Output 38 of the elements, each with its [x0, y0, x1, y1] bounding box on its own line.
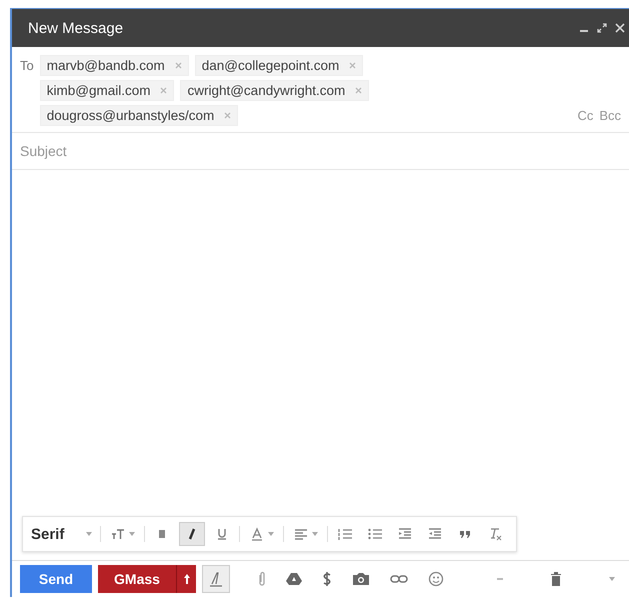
drive-icon[interactable] — [286, 572, 302, 586]
recipient-address: kimb@gmail.com — [46, 83, 150, 98]
caret-icon — [129, 532, 136, 536]
arrow-up-icon — [184, 574, 190, 584]
bulleted-list-icon — [367, 526, 384, 542]
recipient-address: marvb@bandb.com — [46, 58, 165, 73]
paperclip-icon[interactable] — [258, 571, 266, 587]
indent-icon — [427, 526, 444, 542]
font-dropdown[interactable]: Serif — [31, 526, 96, 542]
gmass-settings-button[interactable] — [176, 565, 196, 593]
caret-icon — [312, 532, 318, 536]
dollar-icon[interactable] — [322, 571, 332, 587]
send-button[interactable]: Send — [20, 565, 92, 593]
window-title: New Message — [28, 20, 124, 36]
link-icon[interactable] — [390, 575, 408, 583]
recipient-chip[interactable]: dan@collegepoint.com — [194, 55, 364, 76]
to-label: To — [20, 57, 34, 75]
close-icon[interactable] — [615, 23, 625, 33]
text-format-icon — [209, 571, 223, 587]
camera-icon[interactable] — [352, 572, 370, 586]
recipient-address: cwright@candywright.com — [187, 83, 346, 98]
caret-icon[interactable] — [609, 577, 615, 581]
caret-icon — [268, 532, 274, 536]
recipient-address: dan@collegepoint.com — [202, 58, 340, 73]
gmass-button[interactable]: GMass — [98, 565, 176, 593]
smiley-icon[interactable] — [428, 571, 444, 587]
recipient-chip[interactable]: kimb@gmail.com — [40, 80, 174, 101]
recipient-chip[interactable]: cwright@candywright.com — [180, 80, 370, 101]
caret-icon — [86, 532, 92, 536]
expand-icon[interactable] — [597, 23, 607, 33]
recipient-chip[interactable]: marvb@bandb.com — [40, 55, 189, 76]
recipient-chip[interactable]: dougross@urbanstyles/com — [40, 105, 238, 126]
numbered-list-icon — [337, 526, 354, 542]
recipient-address: dougross@urbanstyles/com — [46, 108, 214, 123]
trash-icon[interactable] — [551, 572, 561, 586]
outdent-icon — [397, 526, 414, 542]
formatting-toggle-button[interactable] — [202, 565, 230, 593]
italic-button[interactable] — [179, 522, 206, 546]
